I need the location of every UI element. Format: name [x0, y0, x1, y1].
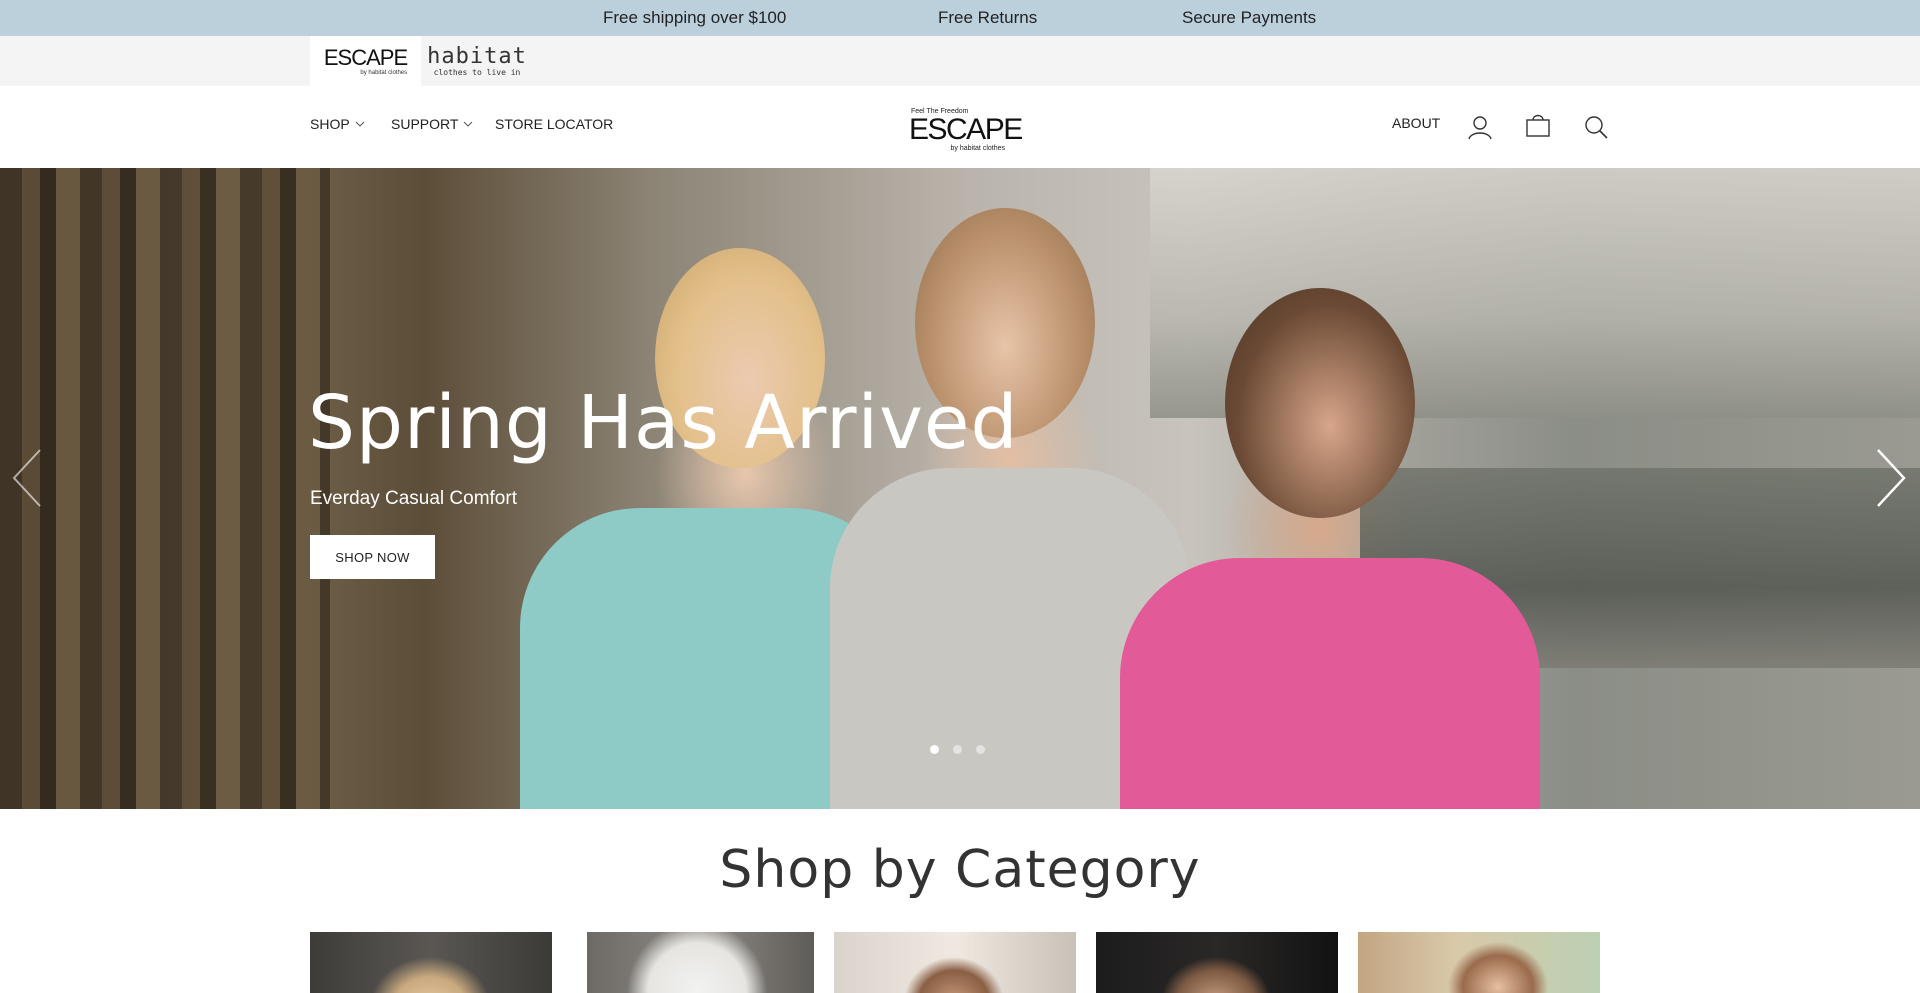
user-icon	[1468, 116, 1492, 140]
slider-dot-3[interactable]	[976, 745, 985, 754]
category-card[interactable]	[834, 932, 1076, 993]
hero-title: Spring Has Arrived	[308, 380, 1019, 466]
habitat-brand-logo-sub: clothes to live in	[433, 67, 521, 77]
search-icon	[1585, 116, 1608, 139]
site-logo-sub: by habitat clothes	[950, 145, 1005, 152]
escape-brand-logo-text: ESCAPE	[323, 44, 408, 70]
nav-store-locator-label: STORE LOCATOR	[495, 116, 614, 132]
hero-image-model-face	[1225, 288, 1415, 518]
brand-tab-escape[interactable]: ESCAPE by habitat clothes	[310, 36, 421, 86]
habitat-brand-logo: habitat clothes to live in	[427, 43, 527, 77]
hero-subtitle: Everday Casual Comfort	[310, 488, 517, 509]
hero-image-model-pink-shirt	[1120, 558, 1540, 809]
category-card[interactable]	[1358, 932, 1600, 993]
announcement-free-returns: Free Returns	[938, 8, 1038, 27]
escape-brand-logo-sub: by habitat clothes	[360, 69, 408, 76]
site-logo[interactable]: Feel The Freedom ESCAPE by habitat cloth…	[909, 108, 1023, 152]
chevron-left-icon	[12, 449, 41, 507]
chevron-right-icon	[1877, 449, 1906, 507]
nav-about-label: ABOUT	[1392, 115, 1441, 131]
category-card[interactable]	[310, 932, 552, 993]
nav-about[interactable]: ABOUT	[1392, 115, 1440, 131]
announcement-free-shipping: Free shipping over $100	[603, 8, 787, 27]
nav-shop[interactable]: SHOP	[310, 116, 366, 132]
category-section-title: Shop by Category	[719, 840, 1201, 900]
slider-prev-button[interactable]	[10, 448, 50, 508]
account-button[interactable]	[1467, 114, 1493, 140]
nav-support[interactable]: SUPPORT	[391, 116, 474, 132]
shop-now-button[interactable]: SHOP NOW	[310, 535, 435, 579]
brand-switcher: ESCAPE by habitat clothes habitat clothe…	[0, 36, 1920, 86]
nav-shop-label: SHOP	[310, 116, 350, 132]
nav-support-label: SUPPORT	[391, 116, 459, 132]
nav-store-locator[interactable]: STORE LOCATOR	[495, 116, 613, 132]
hero-slider: Spring Has Arrived Everday Casual Comfor…	[0, 168, 1920, 809]
brand-tab-habitat[interactable]: habitat clothes to live in	[421, 36, 533, 86]
main-header: SHOP SUPPORT STORE LOCATOR Feel The Free…	[0, 86, 1920, 168]
chevron-down-icon	[464, 121, 473, 127]
habitat-brand-logo-text: habitat	[427, 43, 527, 69]
category-card[interactable]	[587, 932, 814, 993]
bag-icon	[1526, 114, 1550, 137]
announcement-secure-payments: Secure Payments	[1182, 8, 1317, 27]
search-button[interactable]	[1583, 114, 1609, 140]
slider-dots	[930, 745, 985, 754]
announcement-bar: Free shipping over $100 Free Returns Sec…	[0, 0, 1920, 36]
site-logo-text: ESCAPE	[909, 113, 1023, 146]
slider-next-button[interactable]	[1870, 448, 1910, 508]
cart-button[interactable]	[1525, 113, 1551, 139]
category-card[interactable]	[1096, 932, 1338, 993]
slider-dot-2[interactable]	[953, 745, 962, 754]
chevron-down-icon	[355, 121, 365, 127]
escape-brand-logo: ESCAPE by habitat clothes	[323, 44, 408, 76]
slider-dot-1[interactable]	[930, 745, 939, 754]
